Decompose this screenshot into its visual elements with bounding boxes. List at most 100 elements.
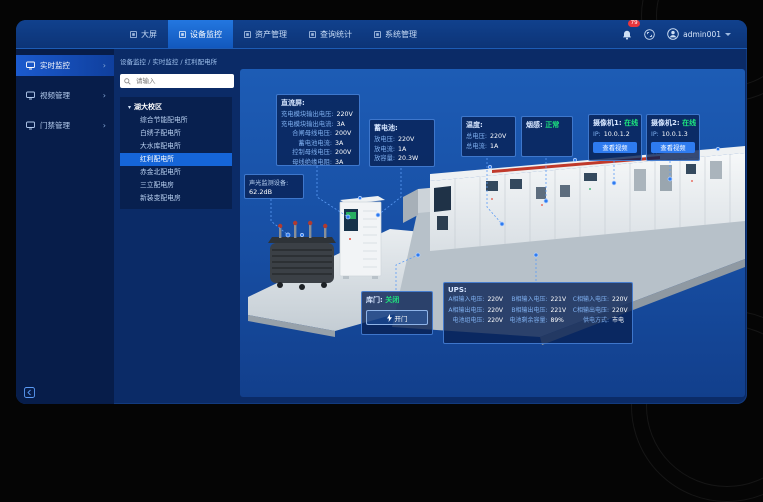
data-row: 总电流: 1A: [466, 142, 511, 152]
breadcrumb: 设备监控 / 实时监控 / 红利配电所: [120, 56, 240, 66]
panel-dc-title: 直流屏:: [281, 98, 355, 108]
panel-ups-title: UPS:: [448, 286, 628, 294]
data-row: 合闸母线电压: 200V: [281, 129, 355, 139]
panel-smoke: 烟感: 正常: [521, 116, 573, 157]
sidebar-item-label: 门禁管理: [40, 120, 98, 131]
sidebar-item-label: 视频管理: [40, 90, 98, 101]
noise-title: 声光监测设备:: [249, 178, 299, 187]
camera2-status: 在线: [682, 119, 696, 127]
nav-tab[interactable]: 设备监控: [168, 20, 233, 48]
tab-icon: [179, 31, 186, 38]
panel-dc: 直流屏: 充电模块输出电压: 220V 充电模块输出电流: 3A 合闸母线电压:…: [276, 94, 360, 166]
view-video-button[interactable]: 查看视频: [593, 142, 637, 153]
tab-icon: [130, 31, 137, 38]
panel-noise: 声光监测设备: 62.2dB: [244, 174, 304, 199]
body: 实时监控 › 视频管理 › 门禁管理 › 设备监控 / 实时监控 / 红利配电所: [16, 49, 747, 404]
door-status: 关闭: [385, 296, 399, 304]
data-row: 蓄电池电流: 3A: [281, 139, 355, 149]
nav-tab[interactable]: 查询统计: [298, 20, 363, 48]
smoke-status: 正常: [545, 121, 559, 129]
nav-tabs: 大屏 设备监控 资产管理 查询统计 系统管理: [119, 20, 428, 48]
search-icon: [124, 78, 131, 85]
data-row: 充电模块输出电压: 220V: [281, 110, 355, 120]
user-chevron-icon: [725, 33, 731, 36]
view-video-button[interactable]: 查看视频: [651, 142, 695, 153]
nav-tab[interactable]: 系统管理: [363, 20, 428, 48]
sidebar-item-label: 实时监控: [40, 60, 98, 71]
camera2-ip: 10.0.1.3: [662, 130, 688, 139]
tree-item[interactable]: 综合节能配电所: [120, 114, 232, 127]
tree-item[interactable]: 大水库配电所: [120, 140, 232, 153]
panel-meter-title: 温度:: [466, 120, 511, 130]
sidebar-item[interactable]: 视频管理 ›: [16, 85, 114, 106]
camera1-status: 在线: [624, 119, 638, 127]
tab-label: 设备监控: [190, 29, 222, 40]
tab-label: 资产管理: [255, 29, 287, 40]
tree-item[interactable]: 赤金北配电所: [120, 166, 232, 179]
avatar-icon: [667, 28, 679, 40]
data-cell: C相输入电压: 220V: [573, 296, 628, 305]
collapse-sidebar-icon[interactable]: [24, 387, 35, 398]
data-cell: C相输出电压: 220V: [573, 307, 628, 316]
noise-value: 62.2dB: [249, 188, 299, 196]
notifications-button[interactable]: 79: [622, 25, 632, 44]
panel-ups: UPS: A相输入电压: 220V B相输入电压: 221V C相输入电压: 2…: [443, 282, 633, 344]
bell-icon: [622, 30, 632, 40]
camera2-title: 摄像机2:: [651, 119, 680, 127]
data-row: 充电模块输出电流: 3A: [281, 120, 355, 130]
panel-smoke-title: 烟感: 正常: [526, 120, 568, 130]
nav-right: 79 admin001: [622, 25, 747, 44]
data-cell: 电池剩余容量: 89%: [509, 317, 566, 326]
tree-item[interactable]: 新装变配电房: [120, 192, 232, 205]
camera1-title: 摄像机1:: [593, 119, 622, 127]
data-cell: B相输出电压: 221V: [509, 307, 566, 316]
panel-door: 库门: 关闭 开门: [361, 291, 433, 335]
panel-camera-1: 摄像机1: 在线 IP: 10.0.1.2 查看视频: [588, 114, 642, 161]
tree-item[interactable]: 白绣子配电所: [120, 127, 232, 140]
app-window: 大屏 设备监控 资产管理 查询统计 系统管理 79: [16, 20, 747, 404]
nav-tab[interactable]: 大屏: [119, 20, 168, 48]
data-cell: B相输入电压: 221V: [509, 296, 566, 305]
sidebar-item[interactable]: 门禁管理 ›: [16, 115, 114, 136]
nav-tab[interactable]: 资产管理: [233, 20, 298, 48]
sidebar-chevron-icon: ›: [103, 91, 106, 100]
sidebar-chevron-icon: ›: [103, 121, 106, 130]
logo-area: [16, 20, 119, 48]
fullscreen-icon[interactable]: [644, 29, 655, 40]
sidebar-item-icon: [26, 91, 35, 100]
data-row: 放容量: 20.3W: [374, 154, 430, 164]
tab-icon: [309, 31, 316, 38]
panel-meter: 温度: 总电压: 220V 总电流: 1A: [461, 116, 516, 157]
data-row: 控制母线电压: 200V: [281, 148, 355, 158]
data-cell: A相输入电压: 220V: [448, 296, 503, 305]
device-tree: ▾湖大校区 综合节能配电所白绣子配电所大水库配电所红利配电所赤金北配电所三立配电…: [120, 97, 232, 209]
sidebar-item[interactable]: 实时监控 ›: [16, 55, 114, 76]
panel-camera-2: 摄像机2: 在线 IP: 10.0.1.3 查看视频: [646, 114, 700, 161]
data-row: 母线绝缘电阻: 3A: [281, 158, 355, 168]
middle-panel: 设备监控 / 实时监控 / 红利配电所 ▾湖大校区 综合节能配电所白绣子配电所大…: [114, 49, 240, 404]
camera1-ip: 10.0.1.2: [604, 130, 630, 139]
search-box: [120, 74, 234, 88]
caret-icon: ▾: [128, 104, 131, 111]
tab-label: 系统管理: [385, 29, 417, 40]
tree-item[interactable]: 三立配电房: [120, 179, 232, 192]
tree-root-label: 湖大校区: [134, 103, 162, 111]
lightning-icon: [387, 314, 392, 322]
open-door-button[interactable]: 开门: [366, 310, 428, 325]
notification-badge: 79: [628, 20, 640, 27]
data-row: 放电流: 1A: [374, 145, 430, 155]
panel-battery-title: 蓄电池:: [374, 123, 430, 133]
data-cell: 电池组电压: 220V: [448, 317, 503, 326]
user-menu[interactable]: admin001: [667, 28, 731, 40]
data-row: 总电压: 220V: [466, 132, 511, 142]
search-input[interactable]: [134, 76, 230, 86]
tree-item[interactable]: 红利配电所: [120, 153, 232, 166]
screen: { "ui": { "chevron": "›", "caret": "▾" }…: [0, 0, 763, 422]
tab-icon: [374, 31, 381, 38]
username: admin001: [683, 30, 721, 39]
sidebar-chevron-icon: ›: [103, 61, 106, 70]
main-panel: 直流屏: 充电模块输出电压: 220V 充电模块输出电流: 3A 合闸母线电压:…: [240, 69, 745, 397]
tab-label: 查询统计: [320, 29, 352, 40]
tree-root[interactable]: ▾湖大校区: [120, 100, 232, 114]
tab-label: 大屏: [141, 29, 157, 40]
